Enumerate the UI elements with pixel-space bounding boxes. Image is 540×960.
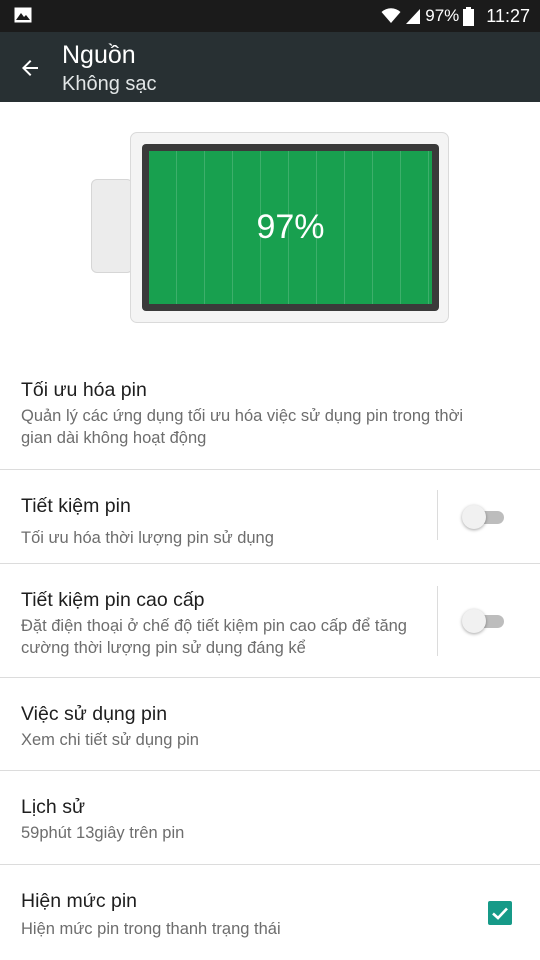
setting-title: Tiết kiệm pin xyxy=(21,495,131,517)
setting-battery-usage[interactable]: Việc sử dụng pin Xem chi tiết sử dụng pi… xyxy=(0,678,540,771)
toggle-thumb xyxy=(462,609,486,633)
settings-list: Tối ưu hóa pin Quản lý các ứng dụng tối … xyxy=(0,362,540,960)
signal-icon xyxy=(405,8,421,24)
arrow-left-icon xyxy=(22,60,38,76)
app-bar: Nguồn Không sạc xyxy=(0,32,540,102)
battery-level-text: 97% xyxy=(256,208,325,246)
page-title: Nguồn xyxy=(62,41,136,69)
battery-graphic: 97% xyxy=(0,102,540,362)
setting-optimize-battery[interactable]: Tối ưu hóa pin Quản lý các ứng dụng tối … xyxy=(0,362,540,470)
battery-terminal xyxy=(91,179,133,273)
image-icon xyxy=(14,7,32,23)
setting-show-battery-level[interactable]: Hiện mức pin Hiện mức pin trong thanh tr… xyxy=(0,865,540,960)
status-right: 97% 11:27 xyxy=(381,0,530,32)
setting-extreme-power-saver[interactable]: Tiết kiệm pin cao cấp Đặt điện thoại ở c… xyxy=(0,564,540,678)
setting-subtitle: Hiện mức pin trong thanh trạng thái xyxy=(21,920,281,938)
setting-subtitle: Đặt điện thoại ở chế độ tiết kiệm pin ca… xyxy=(21,617,407,657)
setting-title: Tối ưu hóa pin xyxy=(21,379,147,401)
setting-power-saver[interactable]: Tiết kiệm pin Tối ưu hóa thời lượng pin … xyxy=(0,470,540,564)
setting-title: Lịch sử xyxy=(21,796,85,818)
battery-icon xyxy=(463,6,475,26)
setting-title: Hiện mức pin xyxy=(21,890,138,912)
wifi-icon xyxy=(381,7,401,25)
vertical-divider xyxy=(437,586,438,656)
extreme-saver-toggle[interactable] xyxy=(462,608,507,634)
clock: 11:27 xyxy=(486,5,530,26)
setting-subtitle: Xem chi tiết sử dụng pin xyxy=(21,731,199,749)
setting-subtitle: Tối ưu hóa thời lượng pin sử dụng xyxy=(21,529,274,547)
checkmark-icon xyxy=(492,907,508,920)
back-button[interactable] xyxy=(14,52,46,84)
setting-history[interactable]: Lịch sử 59phút 13giây trên pin xyxy=(0,771,540,865)
setting-title: Tiết kiệm pin cao cấp xyxy=(21,589,205,611)
vertical-divider xyxy=(437,490,438,540)
setting-subtitle: 59phút 13giây trên pin xyxy=(21,824,185,842)
setting-title: Việc sử dụng pin xyxy=(21,703,168,725)
show-battery-level-checkbox[interactable] xyxy=(488,901,512,925)
setting-subtitle: Quản lý các ứng dụng tối ưu hóa việc sử … xyxy=(21,407,464,447)
battery-body: 97% xyxy=(130,132,449,323)
status-bar: 97% 11:27 xyxy=(0,0,540,32)
page-subtitle: Không sạc xyxy=(62,73,157,95)
toggle-thumb xyxy=(462,505,486,529)
power-saver-toggle[interactable] xyxy=(462,504,507,530)
battery-percent-text: 97% xyxy=(425,6,460,25)
battery-screen: 97% xyxy=(142,144,439,311)
battery-fill: 97% xyxy=(149,151,432,304)
